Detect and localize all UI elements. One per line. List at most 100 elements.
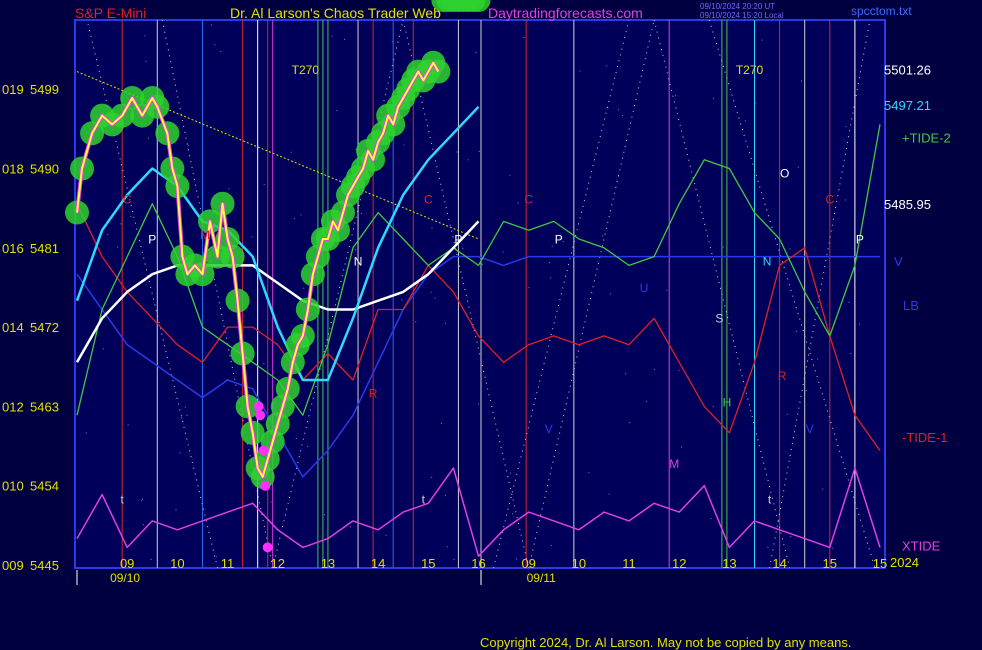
star-dot	[755, 102, 757, 104]
star-dot	[444, 322, 446, 324]
series-name-label: LB	[903, 298, 919, 313]
star-dot	[456, 151, 458, 153]
chart-subtitle: Dr. Al Larson's Chaos Trader Web	[230, 5, 441, 21]
star-dot	[822, 488, 824, 490]
x-tick-label: 09	[120, 556, 134, 571]
star-dot	[186, 414, 188, 416]
star-dot	[609, 293, 611, 295]
star-dot	[117, 246, 119, 248]
star-dot	[148, 137, 150, 139]
star-dot	[323, 514, 325, 516]
star-dot	[551, 245, 553, 247]
y-left-tick-label: 010	[2, 479, 24, 494]
star-dot	[790, 535, 792, 537]
star-dot	[523, 37, 525, 38]
star-dot	[430, 291, 432, 293]
star-dot	[550, 545, 552, 546]
series-name-label: -TIDE-1	[902, 430, 948, 445]
star-dot	[478, 403, 480, 405]
marker-label: C	[524, 193, 533, 207]
marker-label: V	[545, 422, 553, 436]
star-dot	[175, 509, 177, 511]
star-dot	[300, 214, 302, 216]
star-dot	[767, 546, 769, 548]
star-dot	[107, 234, 109, 236]
low-marker-dot	[262, 542, 273, 553]
x-tick-label: 12	[271, 556, 285, 571]
star-dot	[674, 95, 676, 97]
marker-label: P	[148, 232, 156, 246]
y-tick-label: 5463	[30, 399, 59, 414]
star-dot	[130, 216, 132, 218]
right-value-label: 5485.95	[884, 197, 931, 212]
y-left-tick-label: 009	[2, 558, 24, 573]
low-marker-dot	[258, 445, 269, 456]
right-value-label: 5497.21	[884, 98, 931, 113]
marker-label: N	[763, 254, 772, 268]
marker-label: P	[555, 232, 563, 246]
x-tick-label: 15	[823, 556, 837, 571]
marker-label: H	[723, 395, 732, 409]
marker-label: U	[640, 281, 649, 295]
star-dot	[270, 501, 272, 503]
plot-area	[74, 19, 886, 569]
x-tick-label: 13	[722, 556, 736, 571]
star-dot	[336, 110, 338, 111]
star-dot	[801, 80, 802, 82]
star-dot	[431, 227, 433, 229]
star-dot	[385, 534, 387, 536]
star-dot	[441, 423, 442, 424]
star-dot	[184, 406, 186, 408]
star-dot	[401, 299, 403, 301]
star-dot	[361, 213, 363, 214]
right-value-label: 5501.26	[884, 62, 931, 77]
date-label: 09/11	[527, 571, 556, 585]
x-tick-label: 14	[772, 556, 786, 571]
star-dot	[646, 400, 648, 402]
star-dot	[478, 150, 480, 152]
marker-label: M	[669, 457, 679, 471]
star-dot	[516, 558, 518, 560]
star-dot	[654, 369, 655, 371]
site-link[interactable]: Daytradingforecasts.com	[488, 5, 643, 21]
star-dot	[712, 406, 714, 408]
star-dot	[512, 513, 513, 515]
y-left-tick-label: 018	[2, 162, 24, 177]
star-dot	[625, 373, 627, 375]
cycle-label: T270	[292, 63, 320, 77]
copyright: Copyright 2024, Dr. Al Larson. May not b…	[480, 635, 852, 650]
star-dot	[188, 144, 190, 146]
star-dot	[403, 144, 405, 146]
x-tick-label: 13	[321, 556, 335, 571]
star-dot	[481, 263, 483, 265]
x-tick-label: 15	[873, 556, 887, 571]
marker-label: C	[123, 193, 132, 207]
y-tick-label: 5454	[30, 479, 59, 494]
star-dot	[606, 65, 608, 67]
y-tick-label: 5499	[30, 82, 59, 97]
star-dot	[797, 166, 799, 168]
star-dot	[102, 348, 104, 350]
star-dot	[181, 417, 183, 419]
low-marker-dot	[253, 401, 264, 412]
star-dot	[509, 472, 511, 474]
star-dot	[211, 24, 212, 26]
star-dot	[263, 363, 265, 365]
x-tick-label: 14	[371, 556, 385, 571]
star-dot	[475, 52, 477, 54]
timestamp-ut: 09/10/2024 20:20 UT	[700, 2, 776, 11]
star-dot	[528, 287, 530, 289]
star-dot	[859, 323, 861, 325]
marker-label: N	[354, 254, 363, 268]
star-dot	[179, 452, 181, 454]
star-dot	[142, 498, 143, 500]
star-dot	[548, 262, 550, 264]
star-dot	[805, 390, 807, 392]
y-left-tick-label: 012	[2, 399, 24, 414]
star-dot	[617, 109, 619, 111]
marker-label: R	[369, 387, 378, 401]
star-dot	[710, 518, 712, 519]
star-dot	[467, 159, 469, 161]
date-label: 09/10	[110, 571, 140, 585]
y-left-tick-label: 016	[2, 241, 24, 256]
